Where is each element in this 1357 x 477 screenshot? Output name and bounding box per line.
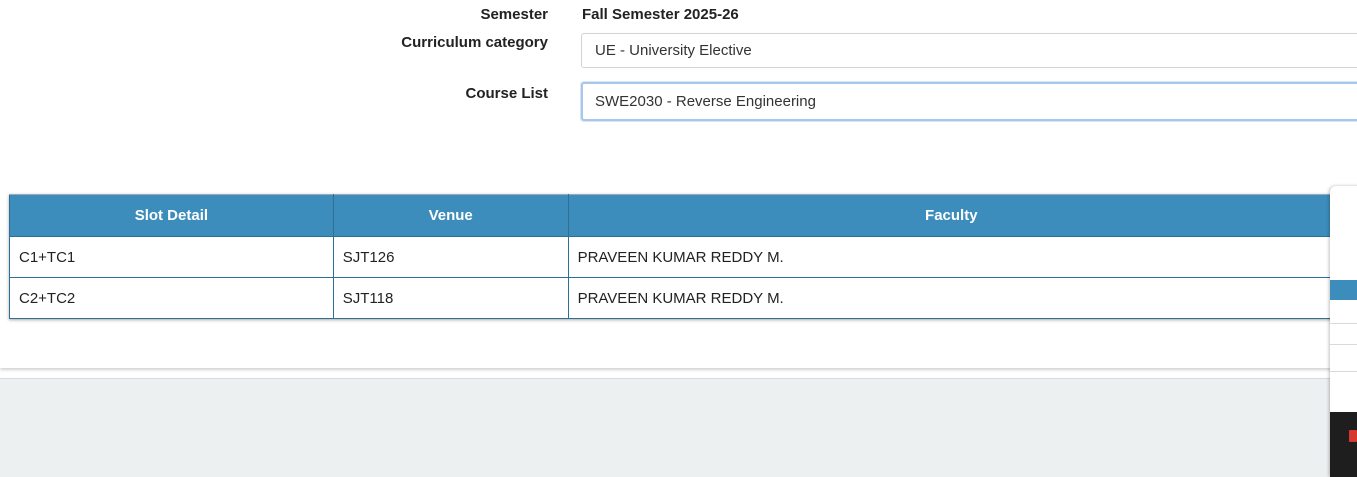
faculty-cell: PRAVEEN KUMAR REDDY M. xyxy=(567,277,1357,319)
slot-table: Slot Detail Venue Faculty C1+TC1 SJT126 … xyxy=(9,194,1357,319)
course-selection-panel: Semester Fall Semester 2025-26 Curriculu… xyxy=(0,0,1357,368)
divider xyxy=(1330,371,1357,372)
venue-cell: SJT126 xyxy=(332,236,569,278)
header-slot-detail: Slot Detail xyxy=(9,194,334,237)
semester-value: Fall Semester 2025-26 xyxy=(582,6,739,23)
slot-cell: C1+TC1 xyxy=(9,236,334,278)
faculty-cell: PRAVEEN KUMAR REDDY M. xyxy=(567,236,1357,278)
semester-row: Semester Fall Semester 2025-26 xyxy=(0,5,1357,27)
curriculum-category-selected: UE - University Elective xyxy=(595,42,752,59)
calendar-icon[interactable] xyxy=(1349,430,1357,442)
table-row[interactable]: C1+TC1 SJT126 PRAVEEN KUMAR REDDY M. xyxy=(9,236,1357,278)
slot-cell: C2+TC2 xyxy=(9,277,334,319)
side-panel[interactable] xyxy=(1330,186,1357,477)
page-footer xyxy=(0,378,1357,477)
header-faculty: Faculty xyxy=(567,194,1357,237)
table-row[interactable]: C2+TC2 SJT118 PRAVEEN KUMAR REDDY M. xyxy=(9,277,1357,319)
side-panel-dark-section xyxy=(1330,412,1357,477)
curriculum-row: Curriculum category UE - University Elec… xyxy=(0,33,1357,69)
table-header-row: Slot Detail Venue Faculty xyxy=(9,194,1357,237)
page: Semester Fall Semester 2025-26 Curriculu… xyxy=(0,0,1357,477)
course-list-label: Course List xyxy=(465,85,548,102)
divider xyxy=(1330,344,1357,345)
venue-cell: SJT118 xyxy=(332,277,569,319)
side-panel-header xyxy=(1330,280,1357,300)
course-list-row: Course List SWE2030 - Reverse Engineerin… xyxy=(0,82,1357,122)
divider xyxy=(1330,323,1357,324)
semester-label: Semester xyxy=(480,6,548,23)
curriculum-label: Curriculum category xyxy=(401,34,548,51)
curriculum-category-select[interactable]: UE - University Elective xyxy=(581,33,1357,68)
course-list-select[interactable]: SWE2030 - Reverse Engineering xyxy=(581,82,1357,121)
course-list-selected: SWE2030 - Reverse Engineering xyxy=(595,93,816,110)
header-venue: Venue xyxy=(332,194,569,237)
